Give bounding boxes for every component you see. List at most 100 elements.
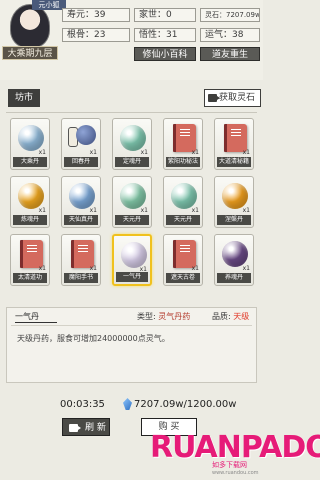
stat-value: 39 — [94, 10, 106, 20]
manual-book-icon — [71, 240, 94, 268]
avatar-name-tag: 元小狐 — [32, 0, 66, 10]
watermark-url: www.ruandou.com — [212, 470, 259, 476]
get-spirit-stone-button[interactable]: 获取灵石 — [204, 89, 261, 107]
pill-orb-icon — [69, 183, 95, 209]
item-name: 天仙真丹 — [64, 215, 98, 225]
item-quantity: x1 — [242, 149, 250, 156]
pill-orb-icon — [18, 183, 44, 209]
shop-item[interactable]: x1 炼魂丹 — [10, 176, 50, 228]
detail-quality-value: 天级 — [233, 312, 250, 321]
shop-item[interactable]: x1 回春丹 — [61, 118, 101, 170]
stat-colon: ： — [157, 10, 167, 20]
shop-item[interactable]: x1 养魂丹 — [214, 234, 254, 286]
detail-type-label: 类型: — [137, 312, 156, 321]
shop-item[interactable]: x1 天仙真丹 — [61, 176, 101, 228]
pill-orb-icon — [222, 183, 248, 209]
item-name: 魔阳手书 — [64, 273, 98, 283]
avatar[interactable] — [10, 4, 50, 48]
shop-item[interactable]: x1 涅槃丹 — [214, 176, 254, 228]
refresh-label: 刷 新 — [85, 423, 106, 433]
shop-item[interactable]: x1 一气丹 — [112, 234, 152, 286]
encyclopedia-button[interactable]: 修仙小百科 — [134, 47, 196, 61]
pill-orb-icon — [120, 125, 146, 151]
detail-type: 类型: 灵气丹药 — [137, 311, 190, 322]
detail-quality: 品质: 天级 — [212, 311, 249, 322]
stat-label: 灵石 — [205, 11, 219, 19]
item-quantity: x1 — [191, 265, 199, 272]
pill-orb-icon — [120, 183, 146, 209]
item-quantity: x1 — [89, 149, 97, 156]
item-name: 紫阳功秘法 — [166, 157, 200, 167]
stat-label: 家世 — [139, 10, 158, 20]
get-spirit-stone-label: 获取灵石 — [219, 93, 256, 103]
video-camera-icon — [69, 424, 81, 432]
item-detail-panel: 一气丹 类型: 灵气丹药 品质: 天级 天级丹药，服食可增加24000000点灵… — [6, 307, 257, 383]
stat-label: 悟性 — [139, 30, 158, 40]
item-quantity: x1 — [38, 207, 46, 214]
pill-orb-icon — [121, 242, 147, 268]
stat-value: 23 — [94, 30, 106, 40]
video-camera-icon — [208, 94, 220, 102]
pill-pouch-icon — [76, 125, 96, 145]
item-name: 遮天古卷 — [166, 273, 200, 283]
stat-value: 7207.09w — [226, 11, 260, 19]
manual-book-icon — [173, 124, 196, 152]
item-quantity: x1 — [242, 265, 250, 272]
stat-spirit-stone: 灵石：7207.09w — [200, 8, 260, 22]
stat-value: 38 — [232, 30, 244, 40]
stat-value: 31 — [166, 30, 178, 40]
item-name: 回春丹 — [64, 157, 98, 167]
item-name: 太清道功 — [13, 273, 47, 283]
pill-orb-icon — [18, 125, 44, 151]
item-quantity: x1 — [140, 149, 148, 156]
shop-item[interactable]: x1 紫阳功秘法 — [163, 118, 203, 170]
stat-label: 寿元 — [67, 10, 86, 20]
stat-lifespan: 寿元：39 — [62, 8, 130, 22]
stat-luck: 运气：38 — [200, 28, 260, 42]
stat-colon: ： — [219, 11, 226, 19]
detail-type-value: 灵气丹药 — [158, 312, 191, 321]
realm-label: 大乘期九层 — [2, 46, 58, 60]
stat-comprehension: 悟性：31 — [134, 28, 196, 42]
refresh-button[interactable]: 刷 新 — [62, 418, 110, 436]
shop-item[interactable]: x1 大道清秘籍 — [214, 118, 254, 170]
item-name: 涅槃丹 — [217, 215, 251, 225]
shop-item[interactable]: x1 遮天古卷 — [163, 234, 203, 286]
item-name: 养魂丹 — [217, 273, 251, 283]
detail-item-name: 一气丹 — [15, 312, 39, 321]
item-name: 定魂丹 — [115, 157, 149, 167]
rebirth-button[interactable]: 道友重生 — [200, 47, 260, 61]
shop-title: 坊市 — [8, 89, 40, 107]
stat-colon: ： — [223, 30, 233, 40]
shop-item[interactable]: x1 太清道功 — [10, 234, 50, 286]
detail-divider — [11, 325, 252, 326]
spirit-stone-balance: 7207.09w/1200.00w — [134, 399, 237, 410]
item-quantity: x1 — [242, 207, 250, 214]
stat-value: 0 — [166, 10, 172, 20]
manual-book-icon — [173, 240, 196, 268]
stat-label: 根骨 — [67, 30, 86, 40]
item-name: 炼魂丹 — [13, 215, 47, 225]
manual-book-icon — [224, 124, 247, 152]
shop-item[interactable]: x1 天元丹 — [112, 176, 152, 228]
stat-family: 家世：0 — [134, 8, 196, 22]
spirit-stone-icon — [123, 398, 132, 410]
pill-orb-icon — [171, 183, 197, 209]
item-name: 大乘丹 — [13, 157, 47, 167]
item-name: 天元丹 — [166, 215, 200, 225]
shop-item[interactable]: x1 定魂丹 — [112, 118, 152, 170]
shop-item[interactable]: x1 大乘丹 — [10, 118, 50, 170]
item-quantity: x1 — [38, 149, 46, 156]
item-quantity: x1 — [89, 207, 97, 214]
shop-item[interactable]: x1 天元丹 — [163, 176, 203, 228]
stat-label: 运气 — [205, 30, 224, 40]
detail-quality-label: 品质: — [212, 312, 231, 321]
item-name: 天元丹 — [115, 215, 149, 225]
shop-item[interactable]: x1 魔阳手书 — [61, 234, 101, 286]
item-name: 大道清秘籍 — [217, 157, 251, 167]
stat-colon: ： — [85, 30, 95, 40]
pill-orb-icon — [222, 241, 248, 267]
stat-colon: ： — [85, 10, 95, 20]
item-quantity: x1 — [38, 265, 46, 272]
stat-colon: ： — [157, 30, 167, 40]
